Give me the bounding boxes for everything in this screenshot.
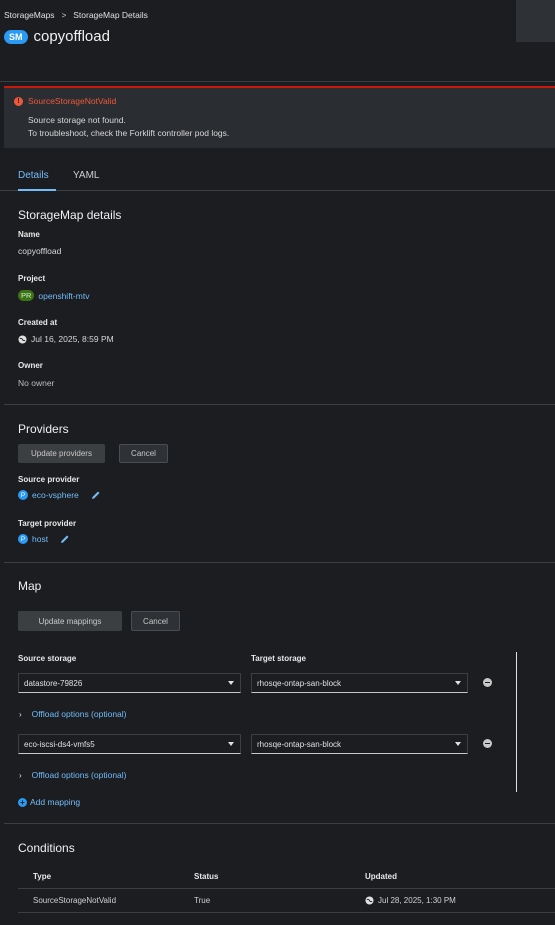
page-title: copyoffload — [33, 28, 110, 45]
minus-circle-icon[interactable] — [483, 678, 492, 687]
providers-heading: Providers — [18, 422, 69, 436]
table-header-divider — [18, 888, 555, 889]
project-value: PR openshift-mtv — [18, 290, 89, 301]
chevron-right-icon: › — [19, 709, 22, 719]
target-storage-select[interactable]: rhosqe-ontap-san-block — [251, 734, 468, 754]
offload-options-label: Offload options (optional) — [31, 709, 127, 719]
conditions-heading: Conditions — [18, 841, 75, 855]
providers-cancel-button[interactable]: Cancel — [119, 444, 168, 463]
condition-status: True — [194, 896, 211, 905]
column-type: Type — [33, 872, 52, 881]
target-storage-header: Target storage — [251, 654, 306, 663]
details-heading: StorageMap details — [18, 208, 122, 222]
source-storage-select[interactable]: eco-iscsi-ds4-vmfs5 — [18, 734, 241, 754]
section-divider — [4, 404, 555, 405]
caret-down-icon — [228, 742, 234, 746]
plus-circle-icon: + — [18, 797, 27, 807]
offload-options-toggle[interactable]: › Offload options (optional) — [19, 770, 127, 780]
provider-badge: P — [18, 490, 28, 500]
caret-down-icon — [455, 681, 461, 685]
owner-value: No owner — [18, 378, 55, 388]
target-provider-link[interactable]: host — [32, 534, 48, 544]
name-value: copyoffload — [18, 246, 62, 256]
provider-badge: P — [18, 534, 28, 544]
source-provider-link[interactable]: eco-vsphere — [32, 490, 79, 500]
alert-troubleshoot: To troubleshoot, check the Forklift cont… — [28, 128, 230, 138]
breadcrumb: StorageMaps > StorageMap Details — [4, 10, 148, 20]
section-divider — [4, 562, 555, 563]
source-provider-label: Source provider — [18, 475, 80, 484]
tab-details[interactable]: Details — [18, 170, 49, 181]
target-provider-label: Target provider — [18, 519, 77, 528]
caret-down-icon — [228, 681, 234, 685]
source-storage-header: Source storage — [18, 654, 77, 663]
resource-badge: SM — [4, 29, 28, 44]
condition-updated: Jul 28, 2025, 1:30 PM — [365, 896, 456, 905]
caret-down-icon — [455, 742, 461, 746]
source-storage-select[interactable]: datastore-79826 — [18, 673, 241, 693]
project-label: Project — [18, 274, 46, 283]
breadcrumb-separator: > — [61, 10, 67, 20]
header-action-area — [516, 0, 555, 42]
update-providers-button[interactable]: Update providers — [18, 444, 105, 463]
offload-options-label: Offload options (optional) — [31, 770, 127, 780]
condition-type: SourceStorageNotValid — [33, 896, 117, 905]
update-mappings-button[interactable]: Update mappings — [18, 611, 122, 631]
source-provider-value: P eco-vsphere — [18, 490, 101, 500]
active-tab-indicator — [18, 189, 56, 191]
name-label: Name — [18, 230, 40, 239]
project-link[interactable]: openshift-mtv — [38, 291, 89, 301]
table-row-divider — [18, 912, 555, 913]
map-scroll-edge — [516, 652, 517, 792]
source-storage-value: datastore-79826 — [24, 678, 83, 688]
error-alert: ! SourceStorageNotValid Source storage n… — [4, 86, 555, 148]
page-header: StorageMaps > StorageMap Details SM copy… — [0, 0, 555, 82]
column-updated: Updated — [365, 872, 397, 881]
pencil-icon[interactable] — [91, 490, 101, 500]
tab-bar: Details YAML — [0, 160, 555, 191]
alert-title: SourceStorageNotValid — [28, 96, 117, 106]
map-heading: Map — [18, 579, 42, 593]
pencil-icon[interactable] — [60, 534, 70, 544]
created-value: Jul 16, 2025, 8:59 PM — [18, 334, 114, 344]
project-badge: PR — [18, 290, 35, 301]
globe-icon — [365, 896, 374, 905]
globe-icon — [18, 334, 27, 344]
offload-options-toggle[interactable]: › Offload options (optional) — [19, 709, 127, 719]
source-storage-value: eco-iscsi-ds4-vmfs5 — [24, 739, 95, 749]
target-provider-value: P host — [18, 534, 70, 544]
target-storage-value: rhosqe-ontap-san-block — [257, 678, 342, 688]
target-storage-value: rhosqe-ontap-san-block — [257, 739, 342, 749]
tab-yaml[interactable]: YAML — [73, 170, 100, 181]
target-storage-select[interactable]: rhosqe-ontap-san-block — [251, 673, 468, 693]
created-timestamp: Jul 16, 2025, 8:59 PM — [31, 334, 114, 344]
created-label: Created at — [18, 318, 58, 327]
mappings-cancel-button[interactable]: Cancel — [131, 611, 180, 631]
owner-label: Owner — [18, 361, 43, 370]
add-mapping-label: Add mapping — [30, 797, 81, 807]
chevron-right-icon: › — [19, 770, 22, 780]
exclamation-circle-icon: ! — [14, 96, 23, 106]
minus-circle-icon[interactable] — [483, 739, 492, 748]
alert-message: Source storage not found. — [28, 115, 126, 125]
section-divider — [4, 823, 555, 824]
add-mapping-button[interactable]: + Add mapping — [18, 797, 80, 807]
breadcrumb-storagemaps[interactable]: StorageMaps — [4, 10, 55, 20]
breadcrumb-current: StorageMap Details — [73, 10, 148, 20]
column-status: Status — [194, 872, 219, 881]
condition-updated-timestamp: Jul 28, 2025, 1:30 PM — [378, 896, 456, 905]
